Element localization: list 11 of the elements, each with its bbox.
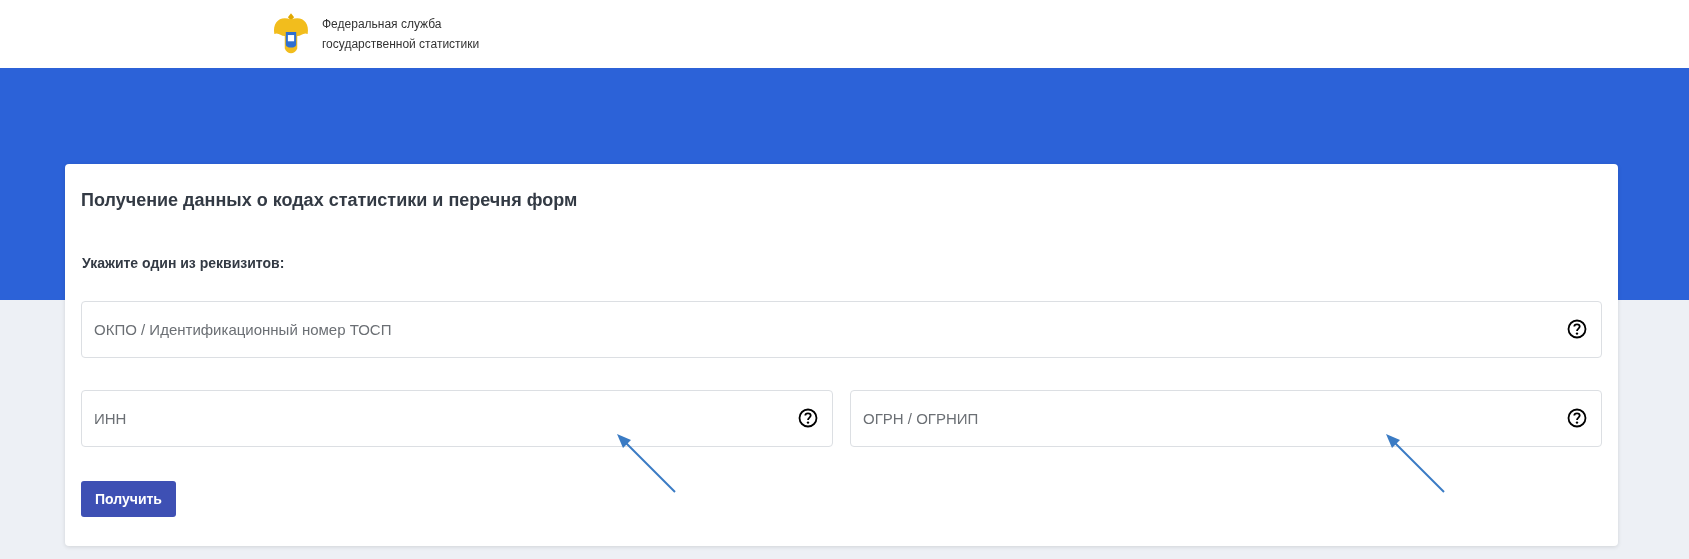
- help-icon[interactable]: [1567, 408, 1587, 428]
- submit-button[interactable]: Получить: [81, 481, 176, 517]
- form-subtitle: Укажите один из реквизитов:: [82, 255, 286, 271]
- form-title: Получение данных о кодах статистики и перечня форм: [81, 190, 579, 211]
- input-field[interactable]: ИНН: [81, 390, 833, 447]
- help-icon[interactable]: [1567, 319, 1587, 339]
- org-name: Федеральная служба: [322, 17, 443, 31]
- input-field[interactable]: ОГРН / ОГРНИП: [850, 390, 1602, 447]
- input-field[interactable]: ОКПО / Идентификационный номер ТОСП: [81, 301, 1602, 358]
- help-icon[interactable]: [798, 408, 818, 428]
- org-name: государственной статистики: [322, 37, 480, 51]
